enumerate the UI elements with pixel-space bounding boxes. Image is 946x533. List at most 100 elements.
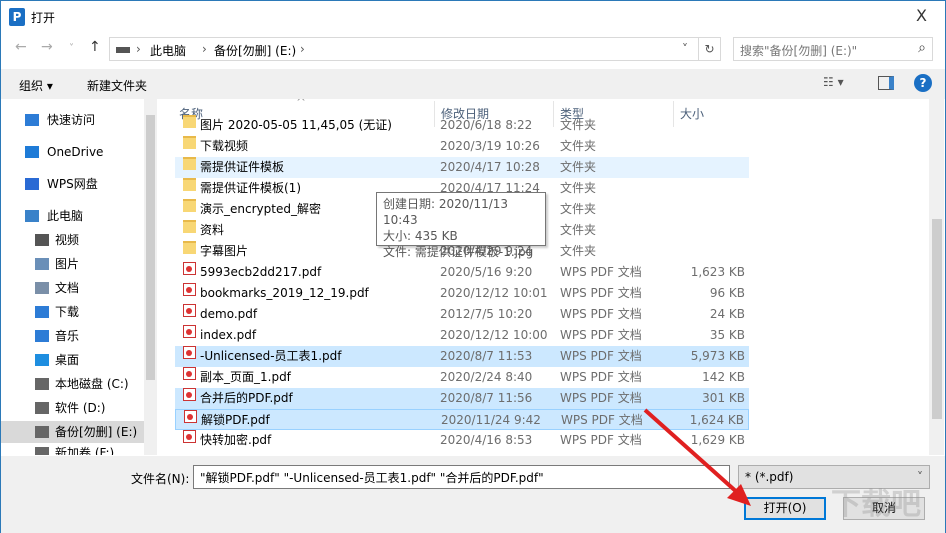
address-dropdown-button[interactable]: ˅	[682, 42, 688, 56]
file-size: 96 KB	[709, 286, 745, 300]
file-date: 2020/6/18 8:22	[440, 118, 533, 132]
sidebar-item-label: 备份[勿删] (E:)	[55, 425, 138, 439]
file-row[interactable]: 下载视频 2020/3/19 10:26 文件夹	[175, 136, 749, 157]
file-name: 需提供证件模板	[200, 160, 285, 174]
tooltip-file: 文件: 需提供证件模板-1.jpg	[383, 245, 534, 259]
sidebar-item[interactable]: 软件 (D:)	[1, 397, 144, 419]
drive-icon	[35, 402, 49, 414]
sidebar-scroll-thumb[interactable]	[146, 115, 155, 380]
file-list-scroll-thumb[interactable]	[932, 219, 942, 419]
file-row[interactable]: 图片 2020-05-05 11,45,05 (无证) 2020/6/18 8:…	[175, 115, 749, 136]
file-date: 2012/7/5 10:20	[440, 307, 533, 321]
video-icon	[35, 234, 49, 246]
help-button[interactable]: ?	[914, 74, 932, 92]
computer-icon	[25, 210, 39, 222]
sidebar-item[interactable]: 快速访问	[1, 109, 144, 131]
breadcrumb-drive-e[interactable]: 备份[勿删] (E:)	[214, 42, 296, 59]
file-type: WPS PDF 文档	[560, 265, 642, 279]
file-type: 文件夹	[560, 223, 597, 237]
file-size: 35 KB	[709, 328, 745, 342]
sidebar-item[interactable]: 备份[勿删] (E:)	[1, 421, 144, 443]
app-logo-icon: P	[9, 8, 25, 26]
sidebar-item[interactable]: 图片	[1, 253, 144, 275]
recent-locations-button[interactable]: ˅	[69, 43, 74, 54]
sidebar-item[interactable]: WPS网盘	[1, 173, 144, 195]
title-bar: P 打开 X	[1, 1, 945, 33]
forward-button[interactable]: →	[41, 39, 53, 55]
file-date: 2020/8/7 11:56	[440, 391, 533, 405]
file-row[interactable]: index.pdf 2020/12/12 10:00 WPS PDF 文档 35…	[175, 325, 749, 346]
breadcrumb-this-pc[interactable]: 此电脑	[150, 42, 186, 59]
file-type: 文件夹	[560, 118, 597, 132]
sidebar-item-label: 图片	[55, 257, 80, 271]
sidebar-item[interactable]: 本地磁盘 (C:)	[1, 373, 144, 395]
document-icon	[35, 282, 49, 294]
file-name: 解锁PDF.pdf	[201, 413, 270, 427]
star-icon	[25, 114, 39, 126]
view-options-button[interactable]: ☷ ▾	[823, 75, 844, 89]
sidebar-item[interactable]: 文档	[1, 277, 144, 299]
file-size: 1,623 KB	[690, 265, 745, 279]
file-row[interactable]: 需提供证件模板 2020/4/17 10:28 文件夹	[175, 157, 749, 178]
file-date: 2020/11/24 9:42	[441, 413, 541, 427]
preview-pane-button[interactable]	[878, 76, 894, 90]
drive-icon	[35, 447, 49, 455]
sidebar-item-label: 桌面	[55, 353, 80, 367]
file-date: 2020/8/7 11:53	[440, 349, 533, 363]
dialog-title: 打开	[31, 11, 56, 25]
cloud-icon	[25, 146, 39, 158]
file-type: 文件夹	[560, 181, 597, 195]
pdf-file-icon	[183, 325, 196, 338]
file-type: 文件夹	[560, 244, 597, 258]
sidebar-scrollbar[interactable]	[144, 99, 157, 455]
pdf-file-icon	[183, 367, 196, 380]
pdf-file-icon	[184, 410, 197, 423]
sidebar-item[interactable]: OneDrive	[1, 141, 144, 163]
file-name: 需提供证件模板(1)	[200, 181, 301, 195]
file-size: 142 KB	[702, 370, 745, 384]
close-button[interactable]: X	[916, 6, 927, 25]
file-type: 文件夹	[560, 202, 597, 216]
refresh-button[interactable]: ↻	[698, 38, 720, 60]
new-folder-button[interactable]: 新建文件夹	[87, 77, 147, 94]
pdf-file-icon	[183, 304, 196, 317]
sidebar-item-label: OneDrive	[47, 145, 104, 159]
file-name: 字幕图片	[200, 244, 249, 258]
back-button[interactable]: ←	[15, 39, 27, 55]
sidebar-item[interactable]: 视频	[1, 229, 144, 251]
sidebar-item-label: 软件 (D:)	[55, 401, 106, 415]
file-type: WPS PDF 文档	[561, 413, 643, 427]
pdf-file-icon	[183, 346, 196, 359]
file-name: 5993ecb2dd217.pdf	[200, 265, 322, 279]
sort-ascending-icon: ^	[296, 99, 307, 109]
organize-button[interactable]: 组织 ▾	[19, 77, 53, 94]
search-input[interactable]: 搜索"备份[勿删] (E:)" ⌕	[733, 37, 933, 61]
sidebar-item[interactable]: 下载	[1, 301, 144, 323]
pdf-file-icon	[183, 283, 196, 296]
sidebar-item[interactable]: 新加卷 (F:)	[1, 442, 144, 455]
folder-icon	[183, 220, 196, 233]
file-size: 24 KB	[709, 307, 745, 321]
folder-icon	[183, 199, 196, 212]
sidebar-item[interactable]: 桌面	[1, 349, 144, 371]
file-row[interactable]: 副本_页面_1.pdf 2020/2/24 8:40 WPS PDF 文档 14…	[175, 367, 749, 388]
file-name: index.pdf	[200, 328, 257, 342]
file-date: 2020/4/16 8:53	[440, 433, 533, 447]
sidebar-item[interactable]: 音乐	[1, 325, 144, 347]
file-list-scrollbar[interactable]	[929, 99, 944, 455]
sidebar-item[interactable]: 此电脑	[1, 205, 144, 227]
up-button[interactable]: ↑	[89, 39, 101, 55]
address-bar[interactable]: › 此电脑 › 备份[勿删] (E:) › ˅ ↻	[109, 37, 721, 61]
file-row[interactable]: 5993ecb2dd217.pdf 2020/5/16 9:20 WPS PDF…	[175, 262, 749, 283]
file-row[interactable]: -Unlicensed-员工表1.pdf 2020/8/7 11:53 WPS …	[175, 346, 749, 367]
sidebar-item-label: 新加卷 (F:)	[55, 446, 115, 455]
tooltip-size: 大小: 435 KB	[383, 229, 458, 243]
pdf-file-icon	[183, 430, 196, 443]
file-row[interactable]: bookmarks_2019_12_19.pdf 2020/12/12 10:0…	[175, 283, 749, 304]
sidebar-item-label: 本地磁盘 (C:)	[55, 377, 129, 391]
file-name: 演示_encrypted_解密	[200, 202, 321, 216]
file-name: demo.pdf	[200, 307, 258, 321]
file-date: 2020/2/24 8:40	[440, 370, 533, 384]
music-icon	[35, 330, 49, 342]
file-row[interactable]: demo.pdf 2012/7/5 10:20 WPS PDF 文档 24 KB	[175, 304, 749, 325]
